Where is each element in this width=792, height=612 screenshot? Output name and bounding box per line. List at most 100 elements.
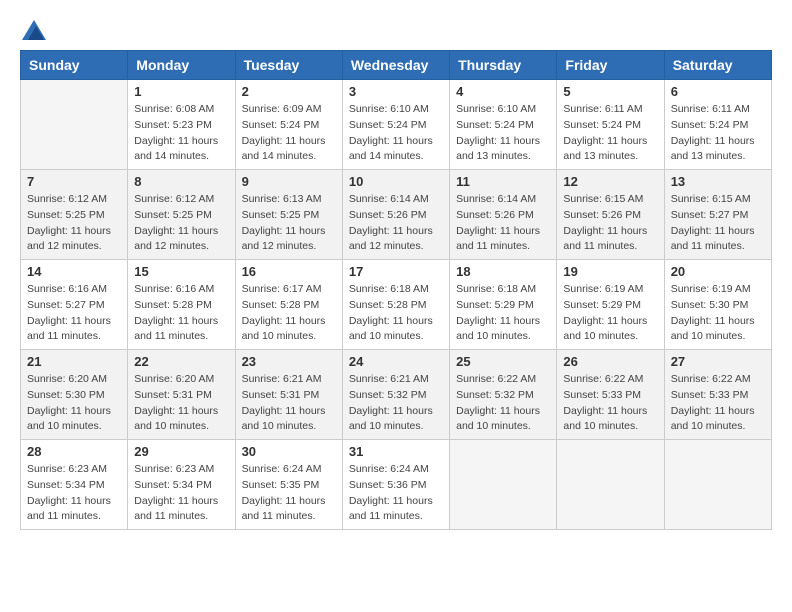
calendar-cell	[21, 80, 128, 170]
calendar-cell: 9 Sunrise: 6:13 AM Sunset: 5:25 PM Daylig…	[235, 170, 342, 260]
day-number: 7	[27, 174, 121, 189]
day-number: 15	[134, 264, 228, 279]
calendar-cell: 1Sunrise: 6:08 AM Sunset: 5:23 PM Daylig…	[128, 80, 235, 170]
day-info: Sunrise: 6:21 AM Sunset: 5:31 PM Dayligh…	[242, 372, 336, 435]
day-info: Sunrise: 6:19 AM Sunset: 5:30 PM Dayligh…	[671, 282, 765, 345]
day-info: Sunrise: 6:19 AM Sunset: 5:29 PM Dayligh…	[563, 282, 657, 345]
calendar-cell: 11Sunrise: 6:14 AM Sunset: 5:26 PM Dayli…	[450, 170, 557, 260]
day-info: Sunrise: 6:17 AM Sunset: 5:28 PM Dayligh…	[242, 282, 336, 345]
day-number: 26	[563, 354, 657, 369]
day-info: Sunrise: 6:16 AM Sunset: 5:27 PM Dayligh…	[27, 282, 121, 345]
calendar-cell: 2Sunrise: 6:09 AM Sunset: 5:24 PM Daylig…	[235, 80, 342, 170]
day-info: Sunrise: 6:10 AM Sunset: 5:24 PM Dayligh…	[349, 102, 443, 165]
calendar-cell: 26Sunrise: 6:22 AM Sunset: 5:33 PM Dayli…	[557, 350, 664, 440]
day-info: Sunrise: 6:21 AM Sunset: 5:32 PM Dayligh…	[349, 372, 443, 435]
calendar-week-2: 14 Sunrise: 6:16 AM Sunset: 5:27 PM Dayli…	[21, 260, 772, 350]
calendar-cell: 23 Sunrise: 6:21 AM Sunset: 5:31 PM Dayli…	[235, 350, 342, 440]
day-number: 12	[563, 174, 657, 189]
calendar-cell	[450, 440, 557, 530]
day-number: 16	[242, 264, 336, 279]
day-info: Sunrise: 6:14 AM Sunset: 5:26 PM Dayligh…	[456, 192, 550, 255]
calendar-week-4: 28 Sunrise: 6:23 AM Sunset: 5:34 PM Dayli…	[21, 440, 772, 530]
day-info: Sunrise: 6:18 AM Sunset: 5:28 PM Dayligh…	[349, 282, 443, 345]
calendar-cell: 31 Sunrise: 6:24 AM Sunset: 5:36 PM Dayli…	[342, 440, 449, 530]
day-number: 10	[349, 174, 443, 189]
day-number: 17	[349, 264, 443, 279]
day-info: Sunrise: 6:10 AM Sunset: 5:24 PM Dayligh…	[456, 102, 550, 165]
header-sunday: Sunday	[21, 51, 128, 80]
calendar-cell: 19 Sunrise: 6:19 AM Sunset: 5:29 PM Dayli…	[557, 260, 664, 350]
header-monday: Monday	[128, 51, 235, 80]
day-info: Sunrise: 6:14 AM Sunset: 5:26 PM Dayligh…	[349, 192, 443, 255]
day-info: Sunrise: 6:22 AM Sunset: 5:32 PM Dayligh…	[456, 372, 550, 435]
day-number: 30	[242, 444, 336, 459]
day-info: Sunrise: 6:18 AM Sunset: 5:29 PM Dayligh…	[456, 282, 550, 345]
day-info: Sunrise: 6:12 AM Sunset: 5:25 PM Dayligh…	[134, 192, 228, 255]
calendar-table: SundayMondayTuesdayWednesdayThursdayFrid…	[20, 50, 772, 530]
day-info: Sunrise: 6:20 AM Sunset: 5:30 PM Dayligh…	[27, 372, 121, 435]
calendar-cell: 18 Sunrise: 6:18 AM Sunset: 5:29 PM Dayli…	[450, 260, 557, 350]
day-number: 28	[27, 444, 121, 459]
calendar-cell: 8 Sunrise: 6:12 AM Sunset: 5:25 PM Daylig…	[128, 170, 235, 260]
logo	[20, 20, 46, 40]
day-number: 23	[242, 354, 336, 369]
header-friday: Friday	[557, 51, 664, 80]
header-thursday: Thursday	[450, 51, 557, 80]
header-tuesday: Tuesday	[235, 51, 342, 80]
calendar-cell	[557, 440, 664, 530]
day-number: 1	[134, 84, 228, 99]
day-info: Sunrise: 6:20 AM Sunset: 5:31 PM Dayligh…	[134, 372, 228, 435]
day-number: 20	[671, 264, 765, 279]
header-wednesday: Wednesday	[342, 51, 449, 80]
calendar-cell: 24 Sunrise: 6:21 AM Sunset: 5:32 PM Dayli…	[342, 350, 449, 440]
day-number: 29	[134, 444, 228, 459]
day-number: 9	[242, 174, 336, 189]
day-number: 31	[349, 444, 443, 459]
calendar-cell: 22 Sunrise: 6:20 AM Sunset: 5:31 PM Dayli…	[128, 350, 235, 440]
day-number: 22	[134, 354, 228, 369]
calendar-cell: 6 Sunrise: 6:11 AM Sunset: 5:24 PM Daylig…	[664, 80, 771, 170]
header-saturday: Saturday	[664, 51, 771, 80]
day-info: Sunrise: 6:22 AM Sunset: 5:33 PM Dayligh…	[671, 372, 765, 435]
day-info: Sunrise: 6:24 AM Sunset: 5:36 PM Dayligh…	[349, 462, 443, 525]
calendar-cell: 4 Sunrise: 6:10 AM Sunset: 5:24 PM Daylig…	[450, 80, 557, 170]
calendar-cell: 12 Sunrise: 6:15 AM Sunset: 5:26 PM Dayli…	[557, 170, 664, 260]
day-number: 14	[27, 264, 121, 279]
day-info: Sunrise: 6:15 AM Sunset: 5:26 PM Dayligh…	[563, 192, 657, 255]
calendar-cell: 27 Sunrise: 6:22 AM Sunset: 5:33 PM Dayli…	[664, 350, 771, 440]
calendar-cell: 28 Sunrise: 6:23 AM Sunset: 5:34 PM Dayli…	[21, 440, 128, 530]
day-number: 19	[563, 264, 657, 279]
day-info: Sunrise: 6:15 AM Sunset: 5:27 PM Dayligh…	[671, 192, 765, 255]
calendar-cell: 15 Sunrise: 6:16 AM Sunset: 5:28 PM Dayli…	[128, 260, 235, 350]
calendar-cell: 13 Sunrise: 6:15 AM Sunset: 5:27 PM Dayli…	[664, 170, 771, 260]
day-number: 2	[242, 84, 336, 99]
day-number: 4	[456, 84, 550, 99]
day-number: 13	[671, 174, 765, 189]
logo-icon	[22, 20, 46, 40]
day-info: Sunrise: 6:23 AM Sunset: 5:34 PM Dayligh…	[27, 462, 121, 525]
calendar-cell: 25Sunrise: 6:22 AM Sunset: 5:32 PM Dayli…	[450, 350, 557, 440]
calendar-cell: 17 Sunrise: 6:18 AM Sunset: 5:28 PM Dayli…	[342, 260, 449, 350]
day-info: Sunrise: 6:13 AM Sunset: 5:25 PM Dayligh…	[242, 192, 336, 255]
calendar-cell: 30 Sunrise: 6:24 AM Sunset: 5:35 PM Dayli…	[235, 440, 342, 530]
calendar-header-row: SundayMondayTuesdayWednesdayThursdayFrid…	[21, 51, 772, 80]
day-number: 27	[671, 354, 765, 369]
calendar-week-1: 7 Sunrise: 6:12 AM Sunset: 5:25 PM Daylig…	[21, 170, 772, 260]
day-number: 24	[349, 354, 443, 369]
day-number: 6	[671, 84, 765, 99]
calendar-week-0: 1Sunrise: 6:08 AM Sunset: 5:23 PM Daylig…	[21, 80, 772, 170]
day-info: Sunrise: 6:24 AM Sunset: 5:35 PM Dayligh…	[242, 462, 336, 525]
calendar-cell: 16 Sunrise: 6:17 AM Sunset: 5:28 PM Dayli…	[235, 260, 342, 350]
day-number: 8	[134, 174, 228, 189]
calendar-cell: 14 Sunrise: 6:16 AM Sunset: 5:27 PM Dayli…	[21, 260, 128, 350]
calendar-cell: 21Sunrise: 6:20 AM Sunset: 5:30 PM Dayli…	[21, 350, 128, 440]
day-info: Sunrise: 6:11 AM Sunset: 5:24 PM Dayligh…	[671, 102, 765, 165]
calendar-cell: 5Sunrise: 6:11 AM Sunset: 5:24 PM Daylig…	[557, 80, 664, 170]
calendar-cell: 3Sunrise: 6:10 AM Sunset: 5:24 PM Daylig…	[342, 80, 449, 170]
day-info: Sunrise: 6:16 AM Sunset: 5:28 PM Dayligh…	[134, 282, 228, 345]
day-info: Sunrise: 6:11 AM Sunset: 5:24 PM Dayligh…	[563, 102, 657, 165]
day-number: 18	[456, 264, 550, 279]
calendar-cell: 20 Sunrise: 6:19 AM Sunset: 5:30 PM Dayli…	[664, 260, 771, 350]
page-header	[20, 20, 772, 40]
calendar-cell: 29Sunrise: 6:23 AM Sunset: 5:34 PM Dayli…	[128, 440, 235, 530]
